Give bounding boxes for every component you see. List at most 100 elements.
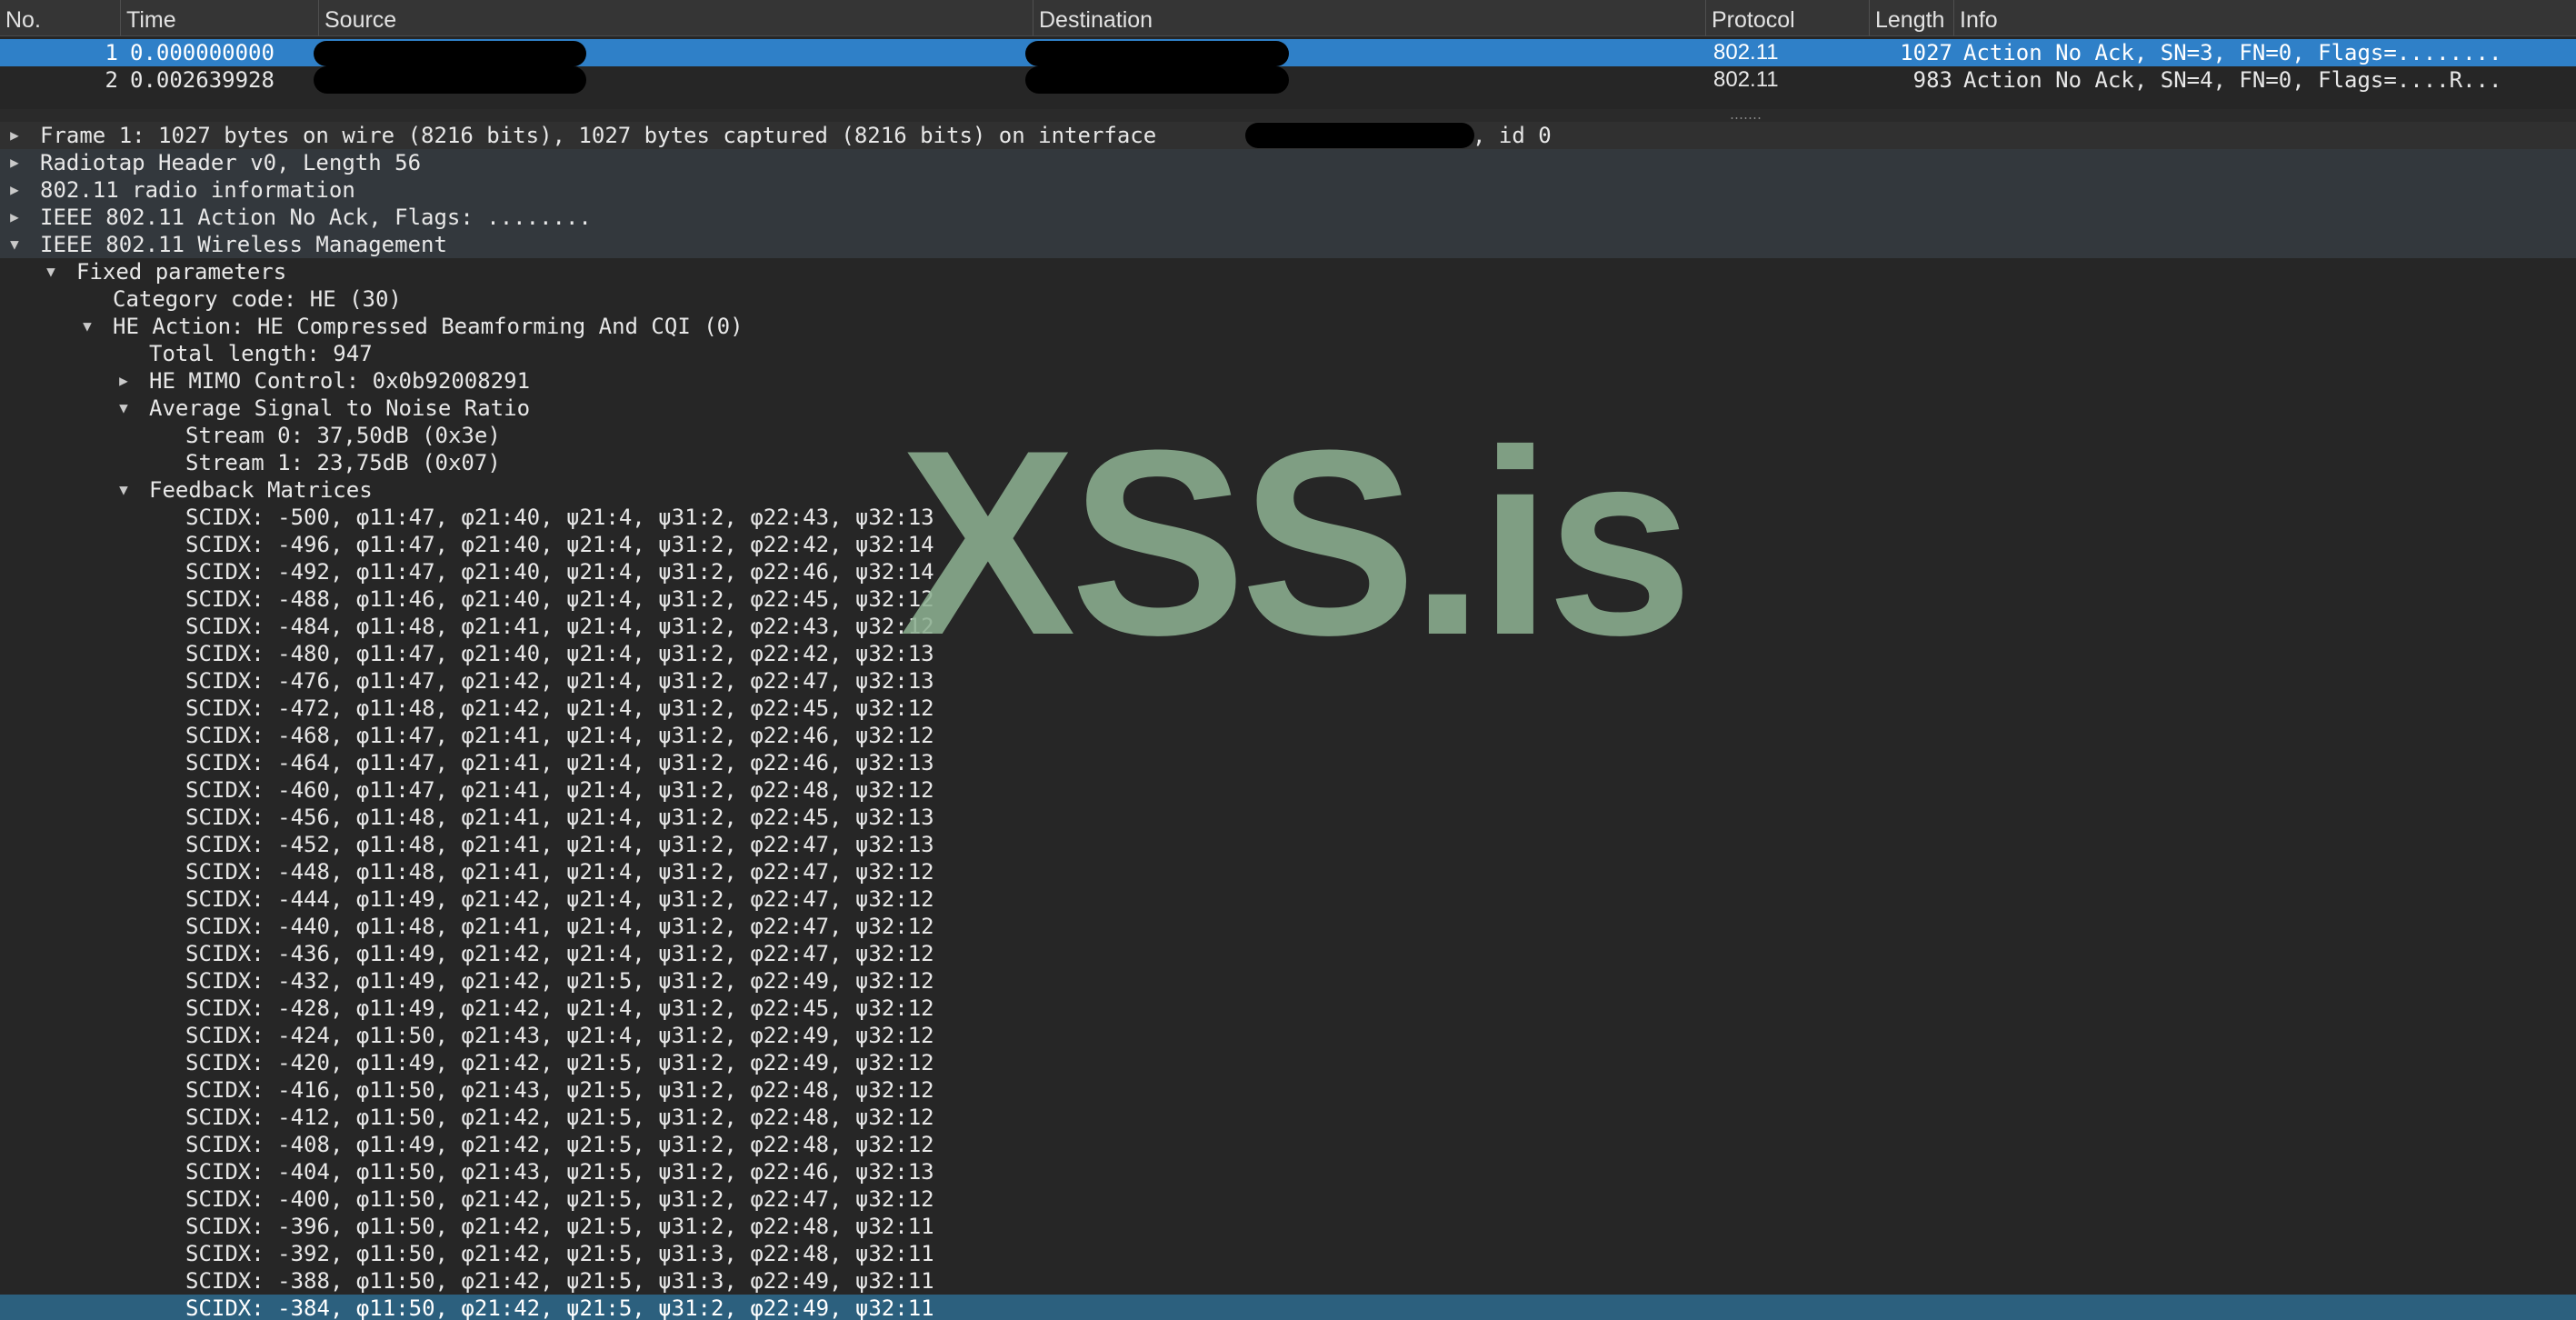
tree-item-scidx[interactable]: SCIDX: -444, φ11:49, φ21:42, ψ21:4, ψ31:…: [0, 885, 2576, 913]
tree-item-scidx[interactable]: SCIDX: -488, φ11:46, φ21:40, ψ21:4, ψ31:…: [0, 585, 2576, 613]
packet-list[interactable]: No. Time Source Destination Protocol Len…: [0, 0, 2576, 109]
triangle-right-icon[interactable]: ▶: [5, 149, 24, 176]
packet-no: 2: [105, 67, 118, 93]
tree-item-mimo-control[interactable]: ▶ HE MIMO Control: 0x0b92008291: [0, 367, 2576, 395]
tree-item-average-snr[interactable]: ▼ Average Signal to Noise Ratio: [0, 395, 2576, 422]
column-header-info[interactable]: Info: [1954, 0, 2576, 36]
tree-item-scidx[interactable]: SCIDX: -484, φ11:48, φ21:41, ψ21:4, ψ31:…: [0, 613, 2576, 640]
scidx-label: SCIDX: -384, φ11:50, φ21:42, ψ21:5, ψ31:…: [185, 1295, 934, 1320]
triangle-down-icon[interactable]: ▼: [5, 231, 24, 258]
tree-item-label-suffix: , id 0: [1473, 123, 1552, 148]
tree-item-label: Category code: HE (30): [113, 286, 402, 312]
tree-item-feedback-matrices[interactable]: ▼ Feedback Matrices: [0, 476, 2576, 504]
packet-row[interactable]: 2 0.002639928 802.11 983 Action No Ack, …: [0, 66, 2576, 94]
tree-item-action-no-ack[interactable]: ▶ IEEE 802.11 Action No Ack, Flags: ....…: [0, 204, 2576, 231]
tree-item-scidx[interactable]: SCIDX: -412, φ11:50, φ21:42, ψ21:5, ψ31:…: [0, 1104, 2576, 1131]
packet-length: 983: [1912, 67, 1952, 93]
tree-item-category-code[interactable]: Category code: HE (30): [0, 285, 2576, 313]
tree-item-scidx[interactable]: SCIDX: -424, φ11:50, φ21:43, ψ21:4, ψ31:…: [0, 1022, 2576, 1049]
column-header-source[interactable]: Source: [319, 0, 1033, 36]
tree-item-scidx[interactable]: SCIDX: -440, φ11:48, φ21:41, ψ21:4, ψ31:…: [0, 913, 2576, 940]
tree-item-scidx[interactable]: SCIDX: -428, φ11:49, φ21:42, ψ21:4, ψ31:…: [0, 995, 2576, 1022]
tree-item-scidx[interactable]: SCIDX: -404, φ11:50, φ21:43, ψ21:5, ψ31:…: [0, 1158, 2576, 1185]
tree-item-scidx[interactable]: SCIDX: -476, φ11:47, φ21:42, ψ21:4, ψ31:…: [0, 667, 2576, 695]
packet-row[interactable]: 1 0.000000000 802.11 1027 Action No Ack,…: [0, 39, 2576, 66]
tree-item-scidx[interactable]: SCIDX: -460, φ11:47, φ21:41, ψ21:4, ψ31:…: [0, 776, 2576, 804]
scidx-label: SCIDX: -428, φ11:49, φ21:42, ψ21:4, ψ31:…: [185, 995, 934, 1021]
tree-item-label: HE MIMO Control: 0x0b92008291: [149, 368, 531, 394]
triangle-down-icon[interactable]: ▼: [115, 395, 133, 422]
scidx-label: SCIDX: -416, φ11:50, φ21:43, ψ21:5, ψ31:…: [185, 1077, 934, 1103]
splitter-grip-icon[interactable]: [1730, 116, 1762, 120]
triangle-down-icon[interactable]: ▼: [42, 258, 60, 285]
triangle-right-icon[interactable]: ▶: [115, 367, 133, 395]
tree-item-scidx[interactable]: SCIDX: -496, φ11:47, φ21:40, ψ21:4, ψ31:…: [0, 531, 2576, 558]
scidx-label: SCIDX: -420, φ11:49, φ21:42, ψ21:5, ψ31:…: [185, 1050, 934, 1075]
tree-item-scidx[interactable]: SCIDX: -472, φ11:48, φ21:42, ψ21:4, ψ31:…: [0, 695, 2576, 722]
tree-item-scidx[interactable]: SCIDX: -480, φ11:47, φ21:40, ψ21:4, ψ31:…: [0, 640, 2576, 667]
scidx-label: SCIDX: -448, φ11:48, φ21:41, ψ21:4, ψ31:…: [185, 859, 934, 885]
tree-item-scidx[interactable]: SCIDX: -420, φ11:49, φ21:42, ψ21:5, ψ31:…: [0, 1049, 2576, 1076]
tree-item-scidx[interactable]: SCIDX: -464, φ11:47, φ21:41, ψ21:4, ψ31:…: [0, 749, 2576, 776]
tree-item-scidx[interactable]: SCIDX: -468, φ11:47, φ21:41, ψ21:4, ψ31:…: [0, 722, 2576, 749]
tree-item-scidx[interactable]: SCIDX: -408, φ11:49, φ21:42, ψ21:5, ψ31:…: [0, 1131, 2576, 1158]
tree-item-total-length[interactable]: Total length: 947: [0, 340, 2576, 367]
scidx-label: SCIDX: -444, φ11:49, φ21:42, ψ21:4, ψ31:…: [185, 886, 934, 912]
triangle-right-icon[interactable]: ▶: [5, 204, 24, 231]
tree-item-scidx-selected[interactable]: SCIDX: -384, φ11:50, φ21:42, ψ21:5, ψ31:…: [0, 1295, 2576, 1320]
scidx-label: SCIDX: -452, φ11:48, φ21:41, ψ21:4, ψ31:…: [185, 832, 934, 857]
triangle-down-icon[interactable]: ▼: [115, 476, 133, 504]
scidx-label: SCIDX: -440, φ11:48, φ21:41, ψ21:4, ψ31:…: [185, 914, 934, 939]
tree-item-scidx[interactable]: SCIDX: -448, φ11:48, φ21:41, ψ21:4, ψ31:…: [0, 858, 2576, 885]
triangle-down-icon[interactable]: ▼: [78, 313, 96, 340]
tree-item-label: Radiotap Header v0, Length 56: [40, 150, 422, 175]
packet-no: 1: [105, 40, 118, 65]
tree-item-scidx[interactable]: SCIDX: -392, φ11:50, φ21:42, ψ21:5, ψ31:…: [0, 1240, 2576, 1267]
tree-item-label: Stream 1: 23,75dB (0x07): [185, 450, 501, 475]
tree-item-radio-info[interactable]: ▶ 802.11 radio information: [0, 176, 2576, 204]
column-header-length[interactable]: Length: [1870, 0, 1954, 36]
packet-time: 0.002639928: [130, 67, 275, 93]
tree-item-scidx[interactable]: SCIDX: -500, φ11:47, φ21:40, ψ21:4, ψ31:…: [0, 504, 2576, 531]
tree-item-radiotap[interactable]: ▶ Radiotap Header v0, Length 56: [0, 149, 2576, 176]
tree-item-scidx[interactable]: SCIDX: -400, φ11:50, φ21:42, ψ21:5, ψ31:…: [0, 1185, 2576, 1213]
tree-item-wireless-management[interactable]: ▼ IEEE 802.11 Wireless Management: [0, 231, 2576, 258]
packet-info: Action No Ack, SN=3, FN=0, Flags=.......…: [1963, 40, 2502, 65]
column-header-no[interactable]: No.: [0, 0, 121, 36]
scidx-label: SCIDX: -456, φ11:48, φ21:41, ψ21:4, ψ31:…: [185, 805, 934, 830]
triangle-right-icon[interactable]: ▶: [5, 122, 24, 149]
scidx-label: SCIDX: -480, φ11:47, φ21:40, ψ21:4, ψ31:…: [185, 641, 934, 666]
tree-item-fixed-parameters[interactable]: ▼ Fixed parameters: [0, 258, 2576, 285]
tree-item-scidx[interactable]: SCIDX: -436, φ11:49, φ21:42, ψ21:4, ψ31:…: [0, 940, 2576, 967]
tree-item-scidx[interactable]: SCIDX: -396, φ11:50, φ21:42, ψ21:5, ψ31:…: [0, 1213, 2576, 1240]
scidx-label: SCIDX: -400, φ11:50, φ21:42, ψ21:5, ψ31:…: [185, 1186, 934, 1212]
scidx-label: SCIDX: -424, φ11:50, φ21:43, ψ21:4, ψ31:…: [185, 1023, 934, 1048]
column-header-protocol[interactable]: Protocol: [1706, 0, 1870, 36]
tree-item-scidx[interactable]: SCIDX: -492, φ11:47, φ21:40, ψ21:4, ψ31:…: [0, 558, 2576, 585]
tree-item-label: Stream 0: 37,50dB (0x3e): [185, 423, 501, 448]
tree-item-label: IEEE 802.11 Action No Ack, Flags: ......…: [40, 205, 592, 230]
packet-details-tree[interactable]: ▶ Frame 1: 1027 bytes on wire (8216 bits…: [0, 122, 2576, 1320]
tree-item-stream-0[interactable]: Stream 0: 37,50dB (0x3e): [0, 422, 2576, 449]
redacted-source: [314, 66, 586, 94]
tree-item-he-action[interactable]: ▼ HE Action: HE Compressed Beamforming A…: [0, 313, 2576, 340]
tree-item-stream-1[interactable]: Stream 1: 23,75dB (0x07): [0, 449, 2576, 476]
scidx-label: SCIDX: -436, φ11:49, φ21:42, ψ21:4, ψ31:…: [185, 941, 934, 966]
tree-item-scidx[interactable]: SCIDX: -452, φ11:48, φ21:41, ψ21:4, ψ31:…: [0, 831, 2576, 858]
tree-item-scidx[interactable]: SCIDX: -432, φ11:49, φ21:42, ψ21:5, ψ31:…: [0, 967, 2576, 995]
tree-item-scidx[interactable]: SCIDX: -456, φ11:48, φ21:41, ψ21:4, ψ31:…: [0, 804, 2576, 831]
column-header-time[interactable]: Time: [121, 0, 319, 36]
scidx-label: SCIDX: -460, φ11:47, φ21:41, ψ21:4, ψ31:…: [185, 777, 934, 803]
packet-list-header: No. Time Source Destination Protocol Len…: [0, 0, 2576, 36]
scidx-label: SCIDX: -396, φ11:50, φ21:42, ψ21:5, ψ31:…: [185, 1214, 934, 1239]
scidx-label: SCIDX: -432, φ11:49, φ21:42, ψ21:5, ψ31:…: [185, 968, 934, 994]
triangle-right-icon[interactable]: ▶: [5, 176, 24, 204]
tree-item-scidx[interactable]: SCIDX: -416, φ11:50, φ21:43, ψ21:5, ψ31:…: [0, 1076, 2576, 1104]
tree-item-scidx[interactable]: SCIDX: -388, φ11:50, φ21:42, ψ21:5, ψ31:…: [0, 1267, 2576, 1295]
column-header-destination[interactable]: Destination: [1033, 0, 1706, 36]
tree-item-label: Average Signal to Noise Ratio: [149, 395, 531, 421]
tree-item-frame[interactable]: ▶ Frame 1: 1027 bytes on wire (8216 bits…: [0, 122, 2576, 149]
redacted-source: [314, 41, 586, 66]
packet-info: Action No Ack, SN=4, FN=0, Flags=....R..…: [1963, 67, 2502, 93]
packet-protocol: 802.11: [1713, 67, 1779, 92]
